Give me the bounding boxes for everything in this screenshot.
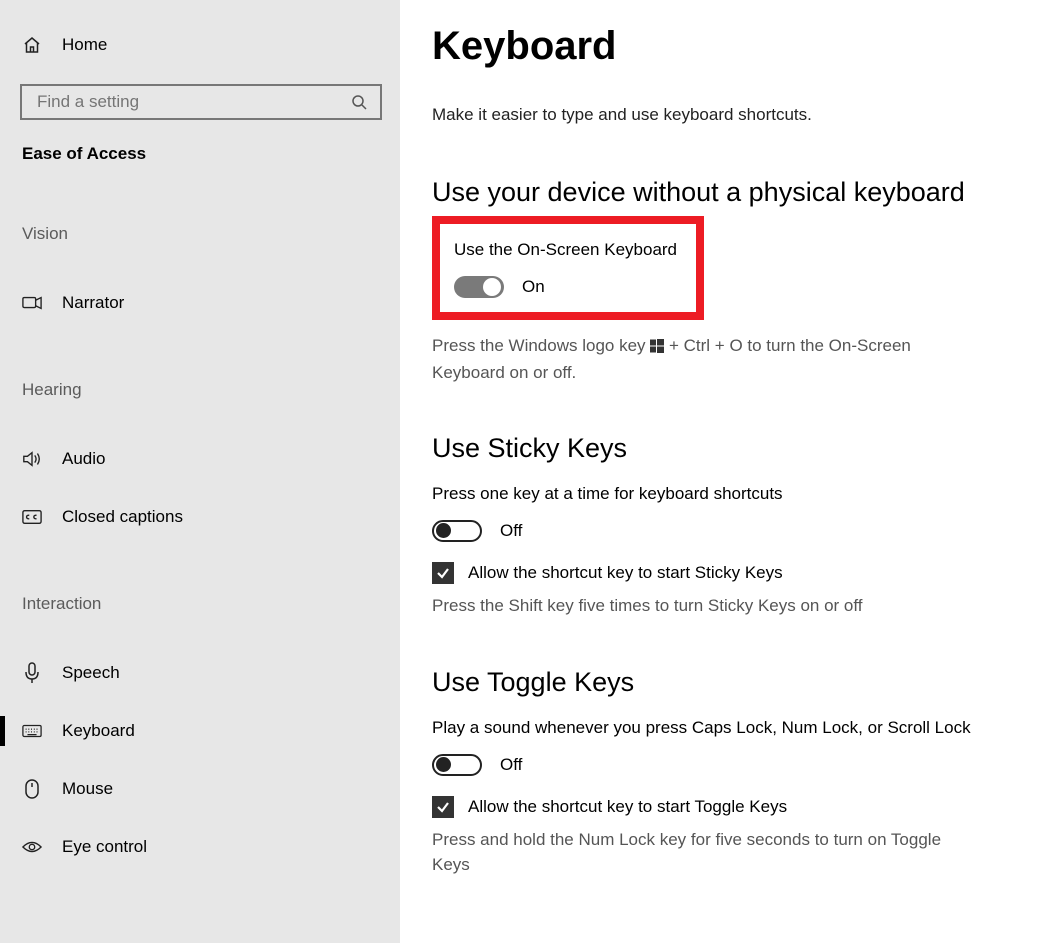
highlight-box: Use the On-Screen Keyboard On xyxy=(432,216,704,320)
sidebar-item-label: Audio xyxy=(62,449,105,469)
sticky-toggle[interactable] xyxy=(432,520,482,542)
osk-toggle-state: On xyxy=(522,277,545,297)
sticky-shortcut-label: Allow the shortcut key to start Sticky K… xyxy=(468,563,783,583)
sidebar-home-label: Home xyxy=(62,35,107,55)
sidebar-item-label: Eye control xyxy=(62,837,147,857)
section-heading-osk: Use your device without a physical keybo… xyxy=(432,177,1008,208)
keyboard-icon xyxy=(22,721,42,741)
sidebar-item-closed-captions[interactable]: Closed captions xyxy=(0,492,400,542)
sticky-toggle-state: Off xyxy=(500,521,522,541)
osk-toggle[interactable] xyxy=(454,276,504,298)
sidebar-item-label: Mouse xyxy=(62,779,113,799)
mouse-icon xyxy=(22,779,42,799)
togglekeys-body: Play a sound whenever you press Caps Loc… xyxy=(432,718,1008,738)
group-label-hearing: Hearing xyxy=(0,380,400,400)
sidebar-item-mouse[interactable]: Mouse xyxy=(0,764,400,814)
search-input-wrapper[interactable] xyxy=(20,84,382,120)
sidebar-item-label: Keyboard xyxy=(62,721,135,741)
eye-control-icon xyxy=(22,837,42,857)
sticky-hint: Press the Shift key five times to turn S… xyxy=(432,594,972,619)
group-label-vision: Vision xyxy=(0,224,400,244)
sidebar-item-narrator[interactable]: Narrator xyxy=(0,278,400,328)
closed-captions-icon xyxy=(22,507,42,527)
sidebar-home[interactable]: Home xyxy=(0,26,400,64)
sidebar-item-label: Closed captions xyxy=(62,507,183,527)
section-heading-sticky: Use Sticky Keys xyxy=(432,433,1008,464)
page-title: Keyboard xyxy=(432,24,1008,69)
togglekeys-toggle[interactable] xyxy=(432,754,482,776)
togglekeys-shortcut-label: Allow the shortcut key to start Toggle K… xyxy=(468,797,787,817)
search-input[interactable] xyxy=(35,91,335,113)
page-subtitle: Make it easier to type and use keyboard … xyxy=(432,105,1008,125)
sidebar-heading: Ease of Access xyxy=(0,144,400,164)
search-icon xyxy=(349,92,369,112)
windows-logo-icon xyxy=(650,336,664,361)
sidebar-item-label: Narrator xyxy=(62,293,124,313)
sticky-shortcut-checkbox[interactable] xyxy=(432,562,454,584)
narrator-icon xyxy=(22,293,42,313)
sidebar-item-audio[interactable]: Audio xyxy=(0,434,400,484)
home-icon xyxy=(22,35,42,55)
sidebar-item-keyboard[interactable]: Keyboard xyxy=(0,706,400,756)
group-label-interaction: Interaction xyxy=(0,594,400,614)
osk-hint: Press the Windows logo key + Ctrl + O to… xyxy=(432,334,972,385)
sidebar-item-eye-control[interactable]: Eye control xyxy=(0,822,400,872)
sticky-body: Press one key at a time for keyboard sho… xyxy=(432,484,1008,504)
osk-label: Use the On-Screen Keyboard xyxy=(454,240,682,260)
audio-icon xyxy=(22,449,42,469)
main-pane: Keyboard Make it easier to type and use … xyxy=(400,0,1048,943)
togglekeys-shortcut-checkbox[interactable] xyxy=(432,796,454,818)
microphone-icon xyxy=(22,663,42,683)
sidebar-item-label: Speech xyxy=(62,663,120,683)
section-heading-togglekeys: Use Toggle Keys xyxy=(432,667,1008,698)
sidebar: Home Ease of Access Vision Narrator Hear… xyxy=(0,0,400,943)
togglekeys-hint: Press and hold the Num Lock key for five… xyxy=(432,828,972,877)
togglekeys-toggle-state: Off xyxy=(500,755,522,775)
sidebar-item-speech[interactable]: Speech xyxy=(0,648,400,698)
